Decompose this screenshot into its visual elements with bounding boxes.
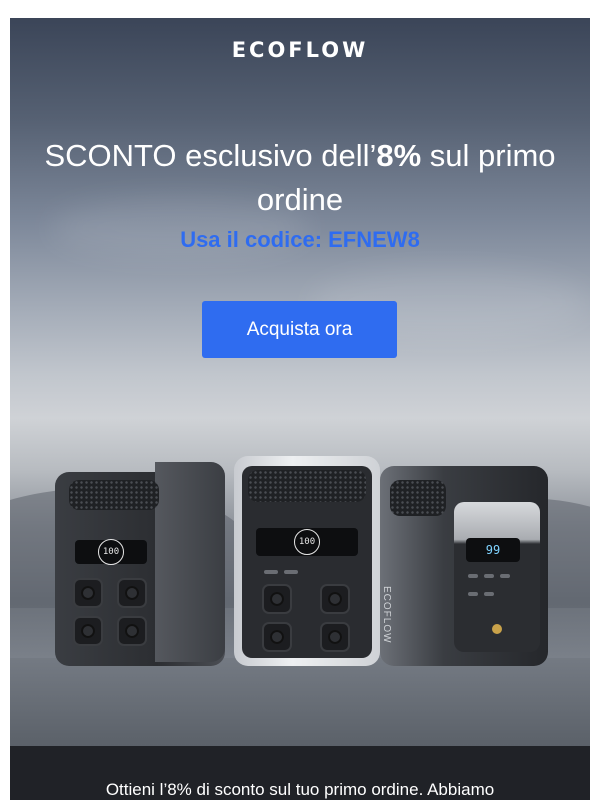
ac-outlet: [262, 622, 292, 652]
usb-port: [484, 592, 494, 596]
ac-outlet: [117, 578, 147, 608]
product-image-center[interactable]: 100: [234, 456, 380, 666]
product-image-right[interactable]: ECOFLOW 99: [380, 466, 548, 666]
email-container: ECOFLOW SCONTO esclusivo dell’8% sul pri…: [10, 18, 590, 800]
headline-discount: 8%: [376, 138, 422, 173]
brand-logo[interactable]: ECOFLOW: [10, 38, 590, 62]
shop-now-button[interactable]: Acquista ora: [202, 301, 397, 358]
usb-port: [264, 570, 278, 574]
product-display: 100: [256, 528, 358, 556]
usb-port: [284, 570, 298, 574]
ac-outlet: [73, 616, 103, 646]
product-vent: [390, 480, 446, 516]
hero-banner: ECOFLOW SCONTO esclusivo dell’8% sul pri…: [10, 18, 590, 746]
ac-outlet: [320, 584, 350, 614]
display-percent: 100: [98, 539, 124, 565]
usb-port: [468, 592, 478, 596]
product-side: [155, 462, 225, 662]
headline: SCONTO esclusivo dell’8% sul primo ordin…: [30, 134, 570, 222]
ac-outlet: [262, 584, 292, 614]
product-display: 100: [75, 539, 147, 565]
power-button-icon: [492, 624, 502, 634]
product-vent: [69, 480, 159, 510]
product-brand-mark: ECOFLOW: [381, 586, 392, 644]
usb-port: [484, 574, 494, 578]
ac-outlet: [117, 616, 147, 646]
usb-port: [500, 574, 510, 578]
landscape-ground: [10, 658, 590, 746]
product-image-left[interactable]: 100: [55, 462, 225, 666]
product-display: 99: [466, 538, 520, 562]
display-percent: 100: [294, 529, 320, 555]
display-percent: 99: [485, 543, 501, 557]
ac-outlet: [320, 622, 350, 652]
info-text: Ottieni l’8% di sconto sul tuo primo ord…: [105, 780, 495, 799]
ac-outlet: [73, 578, 103, 608]
promo-code-line: Usa il codice: EFNEW8: [180, 227, 420, 252]
product-vent: [248, 470, 366, 502]
usb-port: [468, 574, 478, 578]
headline-text-start: SCONTO esclusivo dell’: [44, 138, 377, 173]
